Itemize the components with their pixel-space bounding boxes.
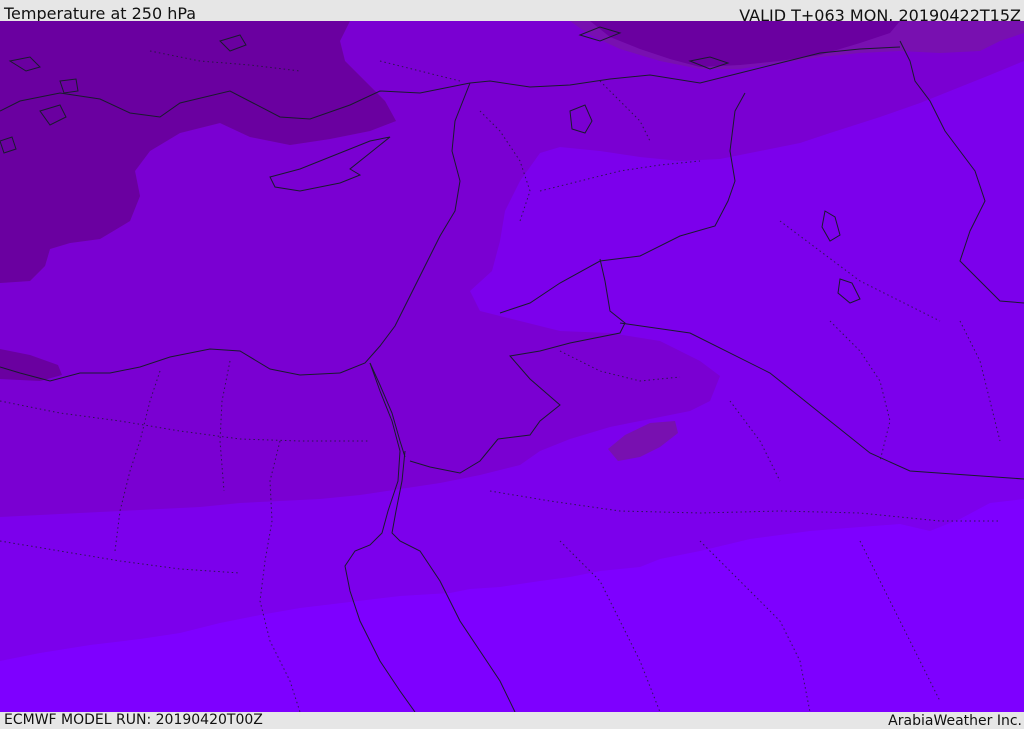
map-screen: Temperature at 250 hPa VALID T+063 MON. … [0,0,1024,729]
credit: ArabiaWeather Inc. [888,713,1022,729]
header-bar: Temperature at 250 hPa VALID T+063 MON. … [0,0,1024,25]
temperature-map[interactable] [0,21,1024,712]
footer-bar: ECMWF MODEL RUN: 20190420T00Z ArabiaWeat… [0,712,1024,729]
model-run: ECMWF MODEL RUN: 20190420T00Z [4,712,263,728]
